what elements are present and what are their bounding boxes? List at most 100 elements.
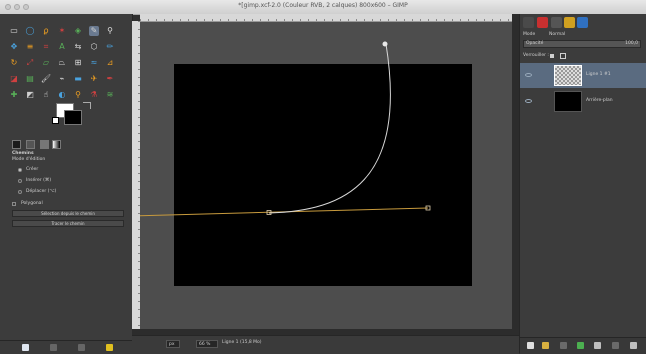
opacity-slider[interactable]: Opacité 100,0 xyxy=(523,40,641,48)
save-tool-preset-icon[interactable] xyxy=(22,344,29,351)
tool-options-tab-icon[interactable] xyxy=(12,140,21,149)
duplicate-layer-icon[interactable] xyxy=(594,342,601,349)
lock-alpha-icon[interactable] xyxy=(560,53,566,59)
gradient-icon[interactable]: ▤ xyxy=(25,74,35,84)
scale-icon[interactable]: ⤢ xyxy=(25,58,35,68)
undo-history-tab-icon[interactable] xyxy=(40,140,49,149)
warp-transform-icon[interactable]: ≈ xyxy=(89,58,99,68)
images-tab-icon[interactable] xyxy=(52,140,61,149)
default-colors-icon[interactable] xyxy=(52,117,59,124)
tool-grid: ▭ ◯ ϼ ✶ ◈ ✎ ⚲ ✥ ≡ ⌗ A ⇆ ⬡ ✏ ↻ ⤢ ▱ ⏢ ⊞ ≈ ⊿ ◪ ▤ 🖌 ⌁ ▬ ✈ ✒ ✚ ◩ ☝ ◐ ⚲ ⚗ ≋ xyxy=(9,26,124,106)
status-info: Ligne 1 (15,8 Mo) xyxy=(222,340,262,345)
bucket-fill-icon[interactable]: ◪ xyxy=(9,74,19,84)
anchor-layer-icon[interactable] xyxy=(612,342,619,349)
mode-label-move: Déplacer (⌥) xyxy=(26,189,57,194)
dodge-icon[interactable]: ◐ xyxy=(57,90,67,100)
align-icon[interactable]: ≡ xyxy=(25,42,35,52)
layers-footer xyxy=(520,337,646,354)
background-color-swatch[interactable] xyxy=(64,110,82,125)
brushes-tab-icon[interactable] xyxy=(564,17,575,28)
rotate-icon[interactable]: ↻ xyxy=(9,58,19,68)
image-canvas[interactable] xyxy=(174,64,472,286)
airbrush-icon[interactable]: ✈ xyxy=(89,74,99,84)
perspective-icon[interactable]: ⏢ xyxy=(57,58,67,68)
mode-label-design: Créer xyxy=(26,167,39,172)
layer-thumbnail xyxy=(554,65,582,86)
smudge-icon[interactable]: ☝ xyxy=(41,90,51,100)
layer-name[interactable]: Ligne 1 #1 xyxy=(586,72,611,77)
title-bar: *[gimp.xcf-2.0 (Couleur RVB, 2 calques) … xyxy=(0,0,646,15)
mode-value[interactable]: Normal xyxy=(549,32,565,37)
rect-select-icon[interactable]: ▭ xyxy=(9,26,19,36)
delete-tool-preset-icon[interactable] xyxy=(78,344,85,351)
mode-label-edit: Insérer (⌘) xyxy=(26,178,52,183)
layer-name[interactable]: Arrière-plan xyxy=(586,98,613,103)
lock-label: Verrouiller : xyxy=(523,53,549,58)
flip-icon[interactable]: ⇆ xyxy=(73,42,83,52)
layer-row[interactable]: Arrière-plan xyxy=(520,89,646,114)
polygonal-checkbox[interactable] xyxy=(12,202,16,206)
lock-pixels-icon[interactable] xyxy=(550,54,554,58)
raise-layer-icon[interactable] xyxy=(560,342,567,349)
canvas-svg xyxy=(140,41,472,286)
device-status-tab-icon[interactable] xyxy=(26,140,35,149)
layers-dock: Mode Normal Opacité 100,0 Verrouiller : … xyxy=(519,14,646,354)
opacity-value: 100,0 xyxy=(625,41,638,46)
unified-transform-icon[interactable]: ⊞ xyxy=(73,58,83,68)
status-bar: px 66 % Ligne 1 (15,8 Mo) xyxy=(132,335,519,354)
swap-colors-icon[interactable] xyxy=(83,102,91,109)
selection-from-path-button[interactable]: Sélection depuis le chemin xyxy=(12,210,124,217)
ink-icon[interactable]: ✒ xyxy=(105,74,115,84)
unit-selector[interactable]: px xyxy=(166,340,180,348)
text-icon[interactable]: A xyxy=(57,42,67,52)
cage-transform-icon[interactable]: ⬡ xyxy=(89,42,99,52)
paintbrush-icon[interactable]: 🖌 xyxy=(41,74,51,84)
visibility-eye-icon[interactable] xyxy=(525,99,532,103)
free-select-icon[interactable]: ϼ xyxy=(41,26,51,36)
delete-layer-icon[interactable] xyxy=(630,342,637,349)
patterns-tab-icon[interactable] xyxy=(577,17,588,28)
curve-endpoint-handle[interactable] xyxy=(382,41,388,47)
perspective-clone-icon[interactable]: ◩ xyxy=(25,90,35,100)
clone-stamp-icon[interactable]: ⚲ xyxy=(105,26,115,36)
crop-icon[interactable]: ⌗ xyxy=(41,42,51,52)
pencil-icon[interactable]: ✏ xyxy=(105,42,115,52)
opacity-label: Opacité xyxy=(526,41,544,46)
stroke-path-button[interactable]: Tracer le chemin xyxy=(12,220,124,227)
color-picker-icon[interactable]: ⚗ xyxy=(89,90,99,100)
polygonal-label: Polygonal xyxy=(21,201,43,206)
ellipse-select-icon[interactable]: ◯ xyxy=(25,26,35,36)
lower-layer-icon[interactable] xyxy=(577,342,584,349)
brush-icon[interactable]: ⌁ xyxy=(57,74,67,84)
reset-tool-options-icon[interactable] xyxy=(106,344,113,351)
mode-radio-move[interactable] xyxy=(18,190,22,194)
toolbox-footer xyxy=(0,340,132,354)
zoom-selector[interactable]: 66 % xyxy=(196,340,218,348)
new-layer-icon[interactable] xyxy=(527,342,534,349)
tool-options-title: Chemins xyxy=(12,151,34,156)
visibility-eye-icon[interactable] xyxy=(525,73,532,77)
mode-radio-design[interactable] xyxy=(18,168,22,172)
layer-row[interactable]: Ligne 1 #1 xyxy=(520,63,646,88)
mode-label: Mode xyxy=(523,32,536,37)
horizontal-ruler xyxy=(140,14,512,22)
mode-radio-edit[interactable] xyxy=(18,179,22,183)
canvas-area[interactable] xyxy=(140,22,512,329)
smudge2-icon[interactable]: ≋ xyxy=(105,90,115,100)
toolbox: ▭ ◯ ϼ ✶ ◈ ✎ ⚲ ✥ ≡ ⌗ A ⇆ ⬡ ✏ ↻ ⤢ ▱ ⏢ ⊞ ≈ ⊿ ◪ ▤ 🖌 ⌁ ▬ ✈ ✒ ✚ ◩ ☝ ◐ ⚲ ⚗ ≋ Chem… xyxy=(0,14,133,340)
paths-tab-icon[interactable] xyxy=(551,17,562,28)
heal-icon[interactable]: ✚ xyxy=(9,90,19,100)
color-select-icon[interactable]: ◈ xyxy=(73,26,83,36)
new-layer-group-icon[interactable] xyxy=(542,342,549,349)
vertical-scrollbar[interactable] xyxy=(512,14,519,329)
restore-tool-preset-icon[interactable] xyxy=(50,344,57,351)
measure-icon[interactable]: ⊿ xyxy=(105,58,115,68)
fuzzy-select-icon[interactable]: ✶ xyxy=(57,26,67,36)
shear-icon[interactable]: ▱ xyxy=(41,58,51,68)
zoom-icon[interactable]: ⚲ xyxy=(73,90,83,100)
paths-icon[interactable]: ✎ xyxy=(89,26,99,36)
channels-tab-icon[interactable] xyxy=(537,17,548,28)
layers-tab-icon[interactable] xyxy=(523,17,534,28)
eraser-icon[interactable]: ▬ xyxy=(73,74,83,84)
move-icon[interactable]: ✥ xyxy=(9,42,19,52)
